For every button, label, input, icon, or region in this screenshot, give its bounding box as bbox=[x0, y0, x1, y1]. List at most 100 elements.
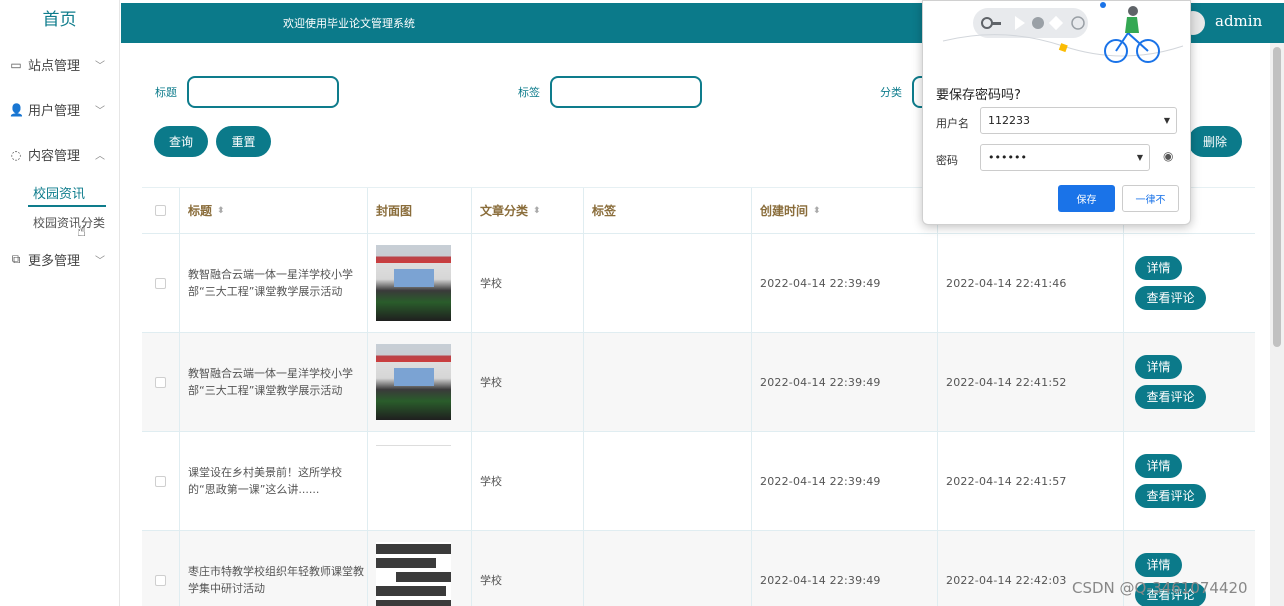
sidebar: 首页 ▭ 站点管理 ﹀ 👤 用户管理 ﹀ ◌ 内容管理 ︿ 校园资讯 校园资讯分… bbox=[0, 0, 120, 606]
row-title: 教智融合云端一体一星洋学校小学部“三大工程”课堂教学展示活动 bbox=[180, 333, 368, 431]
monitor-icon: ▭ bbox=[10, 57, 22, 72]
dropdown-arrow-icon: ▼ bbox=[1163, 116, 1170, 125]
cover-image bbox=[376, 245, 451, 321]
row-title: 教智融合云端一体一星洋学校小学部“三大工程”课堂教学展示活动 bbox=[180, 234, 368, 332]
reset-button[interactable]: 重置 bbox=[216, 126, 271, 157]
active-underline bbox=[28, 205, 106, 207]
title-label: 标题 bbox=[155, 86, 177, 99]
detail-button[interactable]: 详情 bbox=[1135, 553, 1182, 577]
table-row: 教智融合云端一体一星洋学校小学部“三大工程”课堂教学展示活动 学校 2022-0… bbox=[142, 333, 1255, 432]
select-all-cell bbox=[142, 188, 180, 233]
detail-button[interactable]: 详情 bbox=[1135, 454, 1182, 478]
copy-icon: ⧉ bbox=[11, 252, 21, 266]
col-created[interactable]: 创建时间 ⬍ bbox=[752, 188, 938, 233]
username-field[interactable]: 112233 ▼ bbox=[980, 107, 1177, 134]
sidebar-item-label: 更多管理 bbox=[28, 254, 81, 269]
view-comments-button[interactable]: 查看评论 bbox=[1135, 385, 1206, 409]
row-created: 2022-04-14 22:39:49 bbox=[752, 333, 938, 431]
row-category: 学校 bbox=[472, 531, 584, 606]
view-comments-button[interactable]: 查看评论 bbox=[1135, 484, 1206, 508]
chevron-down-icon: ﹀ bbox=[95, 256, 105, 267]
view-comments-button[interactable]: 查看评论 bbox=[1135, 286, 1206, 310]
row-updated: 2022-04-14 22:41:57 bbox=[938, 432, 1124, 530]
row-checkbox[interactable] bbox=[155, 376, 166, 388]
chevron-up-icon: ︿ bbox=[95, 151, 105, 162]
popup-title: 要保存密码吗? bbox=[936, 88, 1021, 103]
chevron-down-icon: ﹀ bbox=[95, 61, 105, 72]
row-select-cell bbox=[142, 432, 180, 530]
row-actions: 详情 查看评论 bbox=[1124, 432, 1255, 530]
col-category[interactable]: 文章分类 ⬍ bbox=[472, 188, 584, 233]
sidebar-subitem-campus-news-category[interactable]: 校园资讯分类 bbox=[0, 207, 119, 237]
row-cover bbox=[368, 432, 472, 530]
sidebar-subitem-campus-news[interactable]: 校园资讯 bbox=[0, 177, 119, 207]
select-all-checkbox[interactable] bbox=[155, 205, 166, 216]
password-label: 密码 bbox=[936, 154, 958, 167]
table-row: 教智融合云端一体一星洋学校小学部“三大工程”课堂教学展示活动 学校 2022-0… bbox=[142, 234, 1255, 333]
row-cover bbox=[368, 234, 472, 332]
cover-image bbox=[376, 444, 451, 446]
sidebar-item-site[interactable]: ▭ 站点管理 ﹀ bbox=[0, 42, 119, 87]
title-input[interactable] bbox=[187, 76, 339, 108]
row-cover bbox=[368, 531, 472, 606]
row-tag bbox=[584, 432, 752, 530]
detail-button[interactable]: 详情 bbox=[1135, 355, 1182, 379]
row-select-cell bbox=[142, 333, 180, 431]
sidebar-item-label: 用户管理 bbox=[28, 104, 81, 119]
tag-label: 标签 bbox=[518, 86, 540, 99]
home-link[interactable]: 首页 bbox=[0, 0, 119, 42]
user-icon: 👤 bbox=[9, 102, 24, 117]
row-actions: 详情 查看评论 bbox=[1124, 234, 1255, 332]
chevron-down-icon: ﹀ bbox=[95, 106, 105, 117]
sort-icon[interactable]: ⬍ bbox=[217, 206, 225, 216]
dropdown-arrow-icon: ▼ bbox=[1136, 153, 1143, 162]
sidebar-item-more[interactable]: ⧉ 更多管理 ﹀ bbox=[0, 237, 119, 282]
username-label: 用户名 bbox=[936, 117, 969, 130]
row-tag bbox=[584, 234, 752, 332]
sort-icon[interactable]: ⬍ bbox=[813, 206, 821, 216]
col-tag: 标签 bbox=[584, 188, 752, 233]
row-tag bbox=[584, 531, 752, 606]
welcome-text: 欢迎使用毕业论文管理系统 bbox=[283, 17, 415, 30]
row-title: 枣庄市特教学校组织年轻教师课堂教学集中研讨活动 bbox=[180, 531, 368, 606]
password-field[interactable]: •••••• ▼ bbox=[980, 144, 1150, 171]
row-actions: 详情 查看评论 bbox=[1124, 333, 1255, 431]
row-updated: 2022-04-14 22:41:52 bbox=[938, 333, 1124, 431]
row-checkbox[interactable] bbox=[155, 574, 166, 586]
row-checkbox[interactable] bbox=[155, 475, 166, 487]
delete-button[interactable]: 删除 bbox=[1188, 126, 1242, 157]
col-cover: 封面图 bbox=[368, 188, 472, 233]
category-label: 分类 bbox=[880, 86, 902, 99]
eye-icon[interactable]: ◉ bbox=[1163, 149, 1173, 163]
sidebar-item-content[interactable]: ◌ 内容管理 ︿ bbox=[0, 132, 119, 177]
row-category: 学校 bbox=[472, 333, 584, 431]
password-illustration-icon bbox=[942, 2, 1184, 63]
row-select-cell bbox=[142, 531, 180, 606]
scrollbar-thumb[interactable] bbox=[1273, 47, 1281, 347]
detail-button[interactable]: 详情 bbox=[1135, 256, 1182, 280]
sidebar-item-users[interactable]: 👤 用户管理 ﹀ bbox=[0, 87, 119, 132]
news-table: 标题 ⬍ 封面图 文章分类 ⬍ 标签 创建时间 ⬍ 教智融合云端一体一星洋学校小学部“… bbox=[142, 187, 1255, 606]
never-save-button[interactable]: 一律不 bbox=[1122, 185, 1179, 212]
col-title[interactable]: 标题 ⬍ bbox=[180, 188, 368, 233]
sidebar-item-label: 内容管理 bbox=[28, 149, 81, 164]
row-cover bbox=[368, 333, 472, 431]
username[interactable]: admin bbox=[1215, 12, 1262, 30]
save-password-popup: 要保存密码吗? 用户名 112233 ▼ 密码 •••••• ▼ ◉ 保存 一律… bbox=[922, 0, 1191, 225]
row-created: 2022-04-14 22:39:49 bbox=[752, 234, 938, 332]
row-tag bbox=[584, 333, 752, 431]
sort-icon[interactable]: ⬍ bbox=[533, 206, 541, 216]
row-select-cell bbox=[142, 234, 180, 332]
table-row: 课堂设在乡村美景前！这所学校的“思政第一课”这么讲...... 学校 2022-… bbox=[142, 432, 1255, 531]
row-created: 2022-04-14 22:39:49 bbox=[752, 432, 938, 530]
save-password-button[interactable]: 保存 bbox=[1058, 185, 1115, 212]
query-button[interactable]: 查询 bbox=[154, 126, 208, 157]
watermark: CSDN @Q-3461074420 bbox=[1072, 579, 1248, 597]
row-checkbox[interactable] bbox=[155, 277, 166, 289]
row-created: 2022-04-14 22:39:49 bbox=[752, 531, 938, 606]
sidebar-item-label: 站点管理 bbox=[28, 59, 81, 74]
tag-input[interactable] bbox=[550, 76, 702, 108]
row-category: 学校 bbox=[472, 432, 584, 530]
chat-icon: ◌ bbox=[10, 147, 22, 162]
page-scrollbar[interactable] bbox=[1270, 43, 1284, 606]
